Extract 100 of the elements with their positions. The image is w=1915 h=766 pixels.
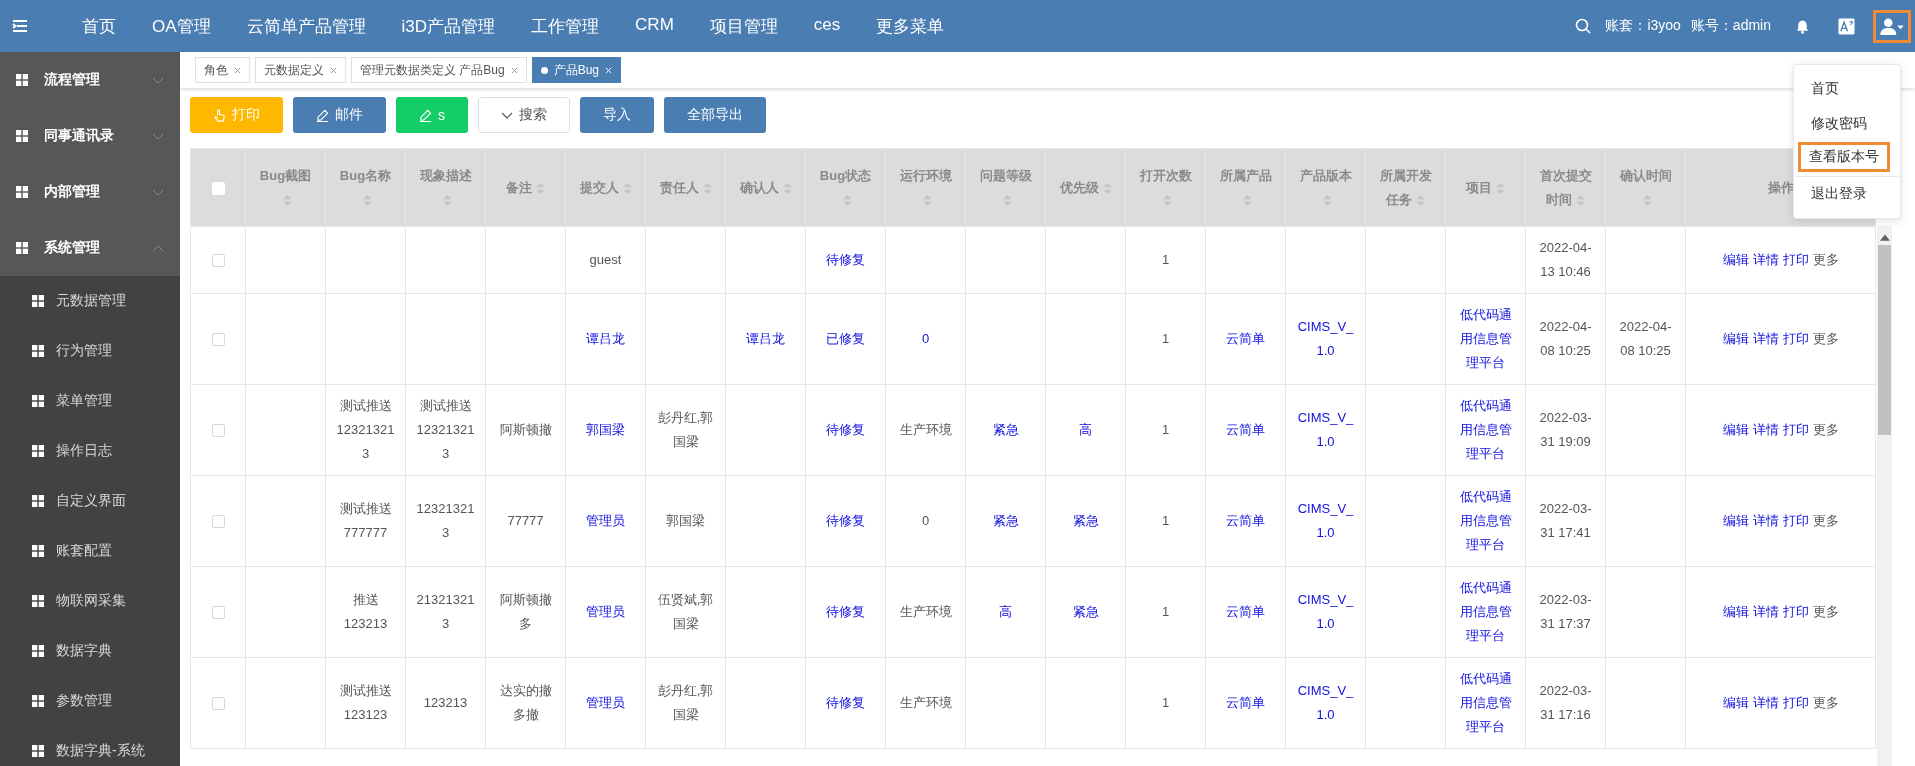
- row-checkbox[interactable]: [211, 697, 225, 711]
- row-action-link[interactable]: 编辑: [1722, 422, 1749, 437]
- nav-menu-item[interactable]: 首页: [64, 14, 134, 38]
- cell-link[interactable]: 0: [896, 327, 955, 351]
- cell-link[interactable]: 紧急: [976, 509, 1035, 533]
- row-action-link[interactable]: 详情: [1752, 604, 1779, 619]
- cell-link[interactable]: 管理员: [576, 691, 635, 715]
- cell-link[interactable]: 管理员: [576, 600, 635, 624]
- page-tab[interactable]: 产品Bug: [531, 57, 622, 83]
- nav-menu-item[interactable]: 项目管理: [691, 14, 796, 38]
- sidebar-item[interactable]: 行为管理: [0, 326, 180, 376]
- cell-link[interactable]: 待修复: [816, 418, 875, 442]
- sidebar-item[interactable]: 元数据管理: [0, 276, 180, 326]
- sidebar-group-item[interactable]: 流程管理: [0, 52, 180, 108]
- user-menu-button[interactable]: [1873, 9, 1911, 43]
- row-action-link[interactable]: 打印: [1782, 604, 1809, 619]
- row-checkbox[interactable]: [211, 515, 225, 529]
- dropdown-menu-item[interactable]: 退出登录: [1794, 176, 1900, 211]
- row-action-link[interactable]: 更多: [1812, 252, 1839, 267]
- translate-icon[interactable]: [1838, 17, 1855, 35]
- nav-menu-item[interactable]: ces: [795, 14, 859, 38]
- row-checkbox[interactable]: [211, 606, 225, 620]
- nav-menu-item[interactable]: 工作管理: [513, 14, 618, 38]
- sidebar-group-item[interactable]: 内部管理: [0, 164, 180, 220]
- cell-link[interactable]: 郭国梁: [576, 418, 635, 442]
- sidebar-item[interactable]: 账套配置: [0, 526, 180, 576]
- row-action-link[interactable]: 编辑: [1722, 695, 1749, 710]
- sidebar-group-item[interactable]: 同事通讯录: [0, 108, 180, 164]
- dropdown-menu-item[interactable]: 查看版本号: [1798, 142, 1890, 172]
- nav-menu-item[interactable]: CRM: [617, 14, 692, 38]
- cell-link[interactable]: 高: [1056, 418, 1115, 442]
- cell-link[interactable]: 待修复: [816, 600, 875, 624]
- cell-link[interactable]: 云简单: [1216, 600, 1275, 624]
- scroll-up-icon[interactable]: [1879, 234, 1890, 241]
- toolbar-button[interactable]: 邮件: [293, 97, 386, 133]
- row-action-link[interactable]: 详情: [1752, 422, 1779, 437]
- page-tab[interactable]: 管理元数据类定义 产品Bug: [351, 57, 527, 83]
- row-action-link[interactable]: 更多: [1812, 513, 1839, 528]
- cell-link[interactable]: 云简单: [1216, 327, 1275, 351]
- toolbar-button[interactable]: 导入: [580, 97, 654, 133]
- row-action-link[interactable]: 详情: [1752, 513, 1779, 528]
- cell-link[interactable]: 紧急: [976, 418, 1035, 442]
- cell-link[interactable]: 云简单: [1216, 509, 1275, 533]
- sidebar-group-item[interactable]: 系统管理: [0, 220, 180, 276]
- sidebar-item[interactable]: 数据字典-系统: [0, 726, 180, 766]
- row-action-link[interactable]: 打印: [1782, 695, 1809, 710]
- sidebar-item[interactable]: 操作日志: [0, 426, 180, 476]
- row-action-link[interactable]: 详情: [1752, 695, 1779, 710]
- nav-menu-item[interactable]: i3D产品管理: [383, 14, 514, 38]
- row-action-link[interactable]: 编辑: [1722, 252, 1749, 267]
- cell-link[interactable]: 待修复: [816, 509, 875, 533]
- sidebar-item[interactable]: 自定义界面: [0, 476, 180, 526]
- nav-menu-item[interactable]: 云简单产品管理: [228, 14, 384, 38]
- select-all-checkbox[interactable]: [211, 181, 225, 195]
- cell-link[interactable]: 待修复: [816, 691, 875, 715]
- page-tab[interactable]: 元数据定义: [255, 57, 346, 83]
- row-action-link[interactable]: 打印: [1782, 331, 1809, 346]
- row-action-link[interactable]: 编辑: [1722, 331, 1749, 346]
- sidebar-item[interactable]: 菜单管理: [0, 376, 180, 426]
- row-action-link[interactable]: 详情: [1752, 252, 1779, 267]
- nav-menu-item[interactable]: 更多菜单: [858, 14, 963, 38]
- cell-link[interactable]: 云简单: [1216, 418, 1275, 442]
- search-icon[interactable]: [1575, 18, 1592, 34]
- scrollbar-thumb[interactable]: [1878, 245, 1891, 435]
- row-checkbox[interactable]: [211, 254, 225, 268]
- row-action-link[interactable]: 更多: [1812, 331, 1839, 346]
- sidebar-item[interactable]: 数据字典: [0, 626, 180, 676]
- cell-link[interactable]: 紧急: [1056, 600, 1115, 624]
- row-action-link[interactable]: 打印: [1782, 513, 1809, 528]
- cell-link[interactable]: 紧急: [1056, 509, 1115, 533]
- sidebar-item[interactable]: 参数管理: [0, 676, 180, 726]
- row-checkbox[interactable]: [211, 424, 225, 438]
- toolbar-button[interactable]: 全部导出: [664, 97, 766, 133]
- row-action-link[interactable]: 更多: [1812, 604, 1839, 619]
- dropdown-menu-item[interactable]: 首页: [1794, 72, 1900, 106]
- nav-menu-item[interactable]: OA管理: [134, 14, 229, 38]
- row-action-link[interactable]: 更多: [1812, 422, 1839, 437]
- row-action-link[interactable]: 更多: [1812, 695, 1839, 710]
- row-action-link[interactable]: 打印: [1782, 252, 1809, 267]
- row-action-link[interactable]: 打印: [1782, 422, 1809, 437]
- close-icon[interactable]: [234, 66, 241, 74]
- page-tab[interactable]: 角色: [195, 57, 250, 83]
- sidebar-item[interactable]: 物联网采集: [0, 576, 180, 626]
- cell-link[interactable]: 云简单: [1216, 691, 1275, 715]
- vertical-scrollbar[interactable]: [1877, 226, 1892, 766]
- dropdown-menu-item[interactable]: 修改密码: [1794, 107, 1900, 141]
- cell-link[interactable]: 谭吕龙: [576, 327, 635, 351]
- cell-link[interactable]: 已修复: [816, 327, 875, 351]
- row-action-link[interactable]: 详情: [1752, 331, 1779, 346]
- menu-icon[interactable]: [12, 19, 28, 33]
- toolbar-button[interactable]: 搜索: [478, 97, 570, 133]
- close-icon[interactable]: [330, 66, 337, 74]
- cell-link[interactable]: 高: [976, 600, 1035, 624]
- row-action-link[interactable]: 编辑: [1722, 604, 1749, 619]
- row-checkbox[interactable]: [211, 333, 225, 347]
- cell-link[interactable]: 谭吕龙: [736, 327, 795, 351]
- cell-link[interactable]: 管理员: [576, 509, 635, 533]
- row-action-link[interactable]: 编辑: [1722, 513, 1749, 528]
- bell-icon[interactable]: [1795, 18, 1810, 34]
- close-icon[interactable]: [510, 66, 518, 74]
